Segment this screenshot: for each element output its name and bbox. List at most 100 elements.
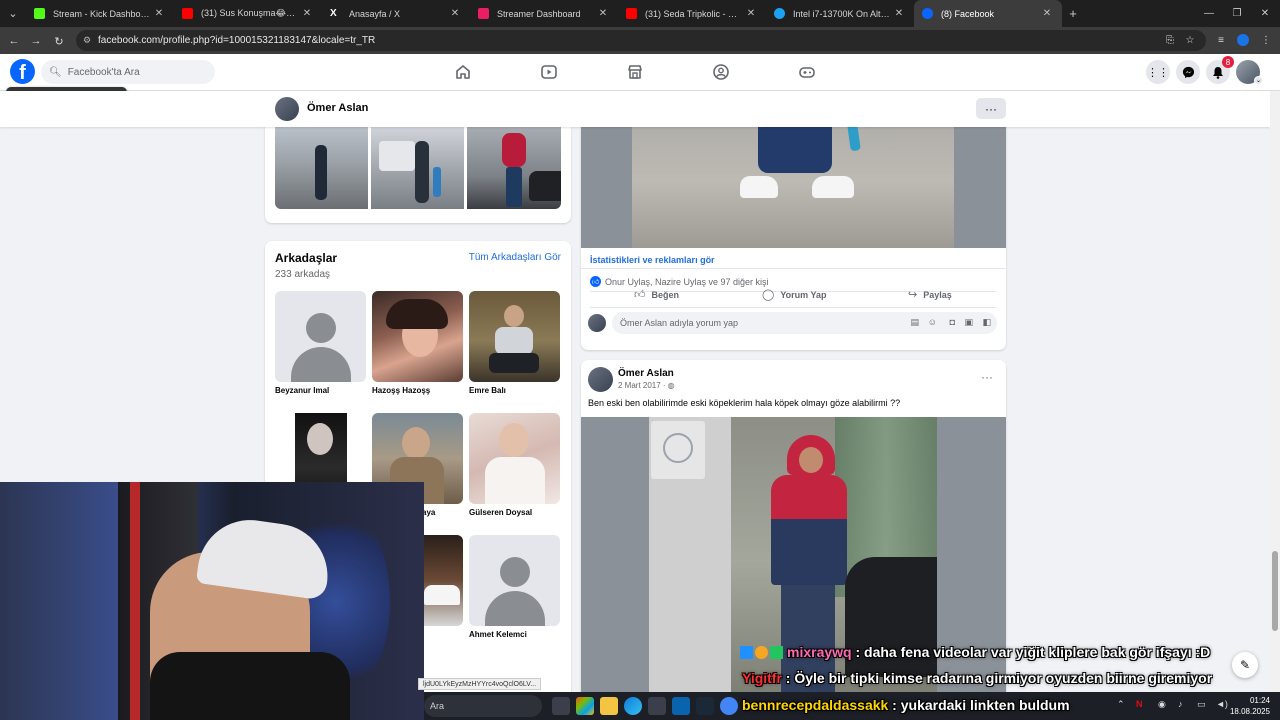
gif-icon[interactable]: ▣	[964, 317, 973, 328]
browser-menu-icon[interactable]: ⋮	[1259, 33, 1273, 47]
file-explorer-icon[interactable]	[600, 697, 618, 715]
store-icon[interactable]	[648, 697, 666, 715]
tray-chevron-icon[interactable]: ⌃	[1117, 699, 1125, 710]
emoji-icon[interactable]: ☺	[928, 317, 937, 327]
browser-tab[interactable]: Stream - Kick Dashboard ✕	[26, 0, 174, 27]
post-author-name[interactable]: Ömer Aslan	[618, 368, 674, 379]
reactions-row[interactable]: 👍︎ Onur Uylaş, Nazire Uylaş ve 97 diğer …	[590, 276, 769, 287]
chrome-icon[interactable]	[720, 697, 738, 715]
new-message-edit-icon[interactable]: ✎	[1232, 652, 1258, 678]
stats-ads-link[interactable]: İstatistikleri ve reklamları gör	[590, 255, 715, 265]
microphone-icon[interactable]: ♪	[1178, 699, 1183, 709]
comment-button[interactable]: ◯ Yorum Yap	[762, 288, 827, 301]
profile-circle-icon[interactable]	[1236, 33, 1250, 47]
browser-tab[interactable]: Intel i7-13700K On Altı Çekirde ✕	[766, 0, 914, 27]
video-icon[interactable]	[540, 63, 558, 81]
more-options-icon[interactable]: ···	[976, 98, 1006, 119]
tab-close-icon[interactable]: ✕	[892, 8, 906, 19]
browser-tab[interactable]: (31) Seda Tripkolic - Gözlerinin ✕	[618, 0, 766, 27]
messenger-icon[interactable]	[1176, 60, 1200, 84]
browser-tab[interactable]: Streamer Dashboard ✕	[470, 0, 618, 27]
forward-arrow-icon[interactable]: →	[27, 32, 45, 50]
browser-tab[interactable]: (31) Sus Konuşma😂Gora Kam ✕	[174, 0, 322, 27]
friend-tile[interactable]: Beyzanur Imal	[275, 291, 366, 395]
taskbar-search[interactable]: Ara	[424, 695, 542, 717]
groups-icon[interactable]	[712, 63, 730, 81]
like-button[interactable]: 👍︎ Beğen	[634, 288, 679, 301]
comment-placeholder: Ömer Aslan adıyla yorum yap	[620, 318, 739, 328]
friend-tile[interactable]: Hazoşş Hazoşş	[372, 291, 463, 395]
steam-icon[interactable]	[696, 697, 714, 715]
edge-icon[interactable]	[624, 697, 642, 715]
tab-close-icon[interactable]: ✕	[1040, 8, 1054, 19]
volume-icon[interactable]: ◄)	[1216, 699, 1228, 709]
restore-icon[interactable]: ❐	[1222, 0, 1252, 27]
tab-close-icon[interactable]: ✕	[152, 8, 166, 19]
comment-input[interactable]: Ömer Aslan adıyla yorum yap ▤ ☺ ◘ ▣ ◧	[612, 312, 997, 334]
bookmark-star-icon[interactable]: ☆	[1183, 33, 1197, 47]
photo-thumbnail[interactable]	[275, 127, 368, 209]
share-button[interactable]: ↪ Paylaş	[908, 288, 952, 301]
profile-avatar[interactable]	[275, 97, 299, 121]
share-arrow-icon: ↪	[908, 289, 918, 301]
scroll-thumb[interactable]	[1272, 551, 1278, 631]
facebook-search[interactable]: 🔍︎	[41, 60, 215, 84]
tray-app-icon[interactable]: N	[1136, 699, 1143, 709]
avatar-sticker-icon[interactable]: ▤	[910, 317, 919, 328]
tab-title: (8) Facebook	[941, 8, 995, 19]
url-field[interactable]: ⚙ facebook.com/profile.php?id=1000153211…	[76, 30, 1206, 51]
tab-search-chevron-icon[interactable]: ⌄	[0, 0, 26, 27]
shirt-print	[499, 467, 529, 485]
tab-search-icon[interactable]: ≡	[1214, 33, 1228, 47]
post-date[interactable]: 2 Mart 2017 · ◍	[618, 381, 675, 390]
friend-name[interactable]: Beyzanur Imal	[275, 386, 366, 395]
globe-icon: ◍	[667, 381, 675, 390]
camera-icon[interactable]: ◘	[950, 317, 955, 327]
window-close-icon[interactable]: ✕	[1250, 0, 1280, 27]
post-more-icon[interactable]: ···	[981, 370, 993, 384]
task-view-icon[interactable]	[552, 697, 570, 715]
friend-name[interactable]: Emre Balı	[469, 386, 560, 395]
facebook-logo-icon[interactable]: f	[10, 59, 35, 84]
minimize-icon[interactable]: —	[1194, 0, 1224, 27]
page-scrollbar[interactable]	[1270, 91, 1280, 720]
tray-security-icon[interactable]: ◉	[1158, 699, 1166, 710]
outlook-icon[interactable]	[672, 697, 690, 715]
tab-title: Stream - Kick Dashboard	[53, 8, 152, 19]
copilot-icon[interactable]	[576, 697, 594, 715]
photo-thumbnail[interactable]	[371, 127, 464, 209]
tab-close-icon[interactable]: ✕	[596, 8, 610, 19]
friend-tile[interactable]: Emre Balı	[469, 291, 560, 395]
browser-tab-active[interactable]: (8) Facebook ✕	[914, 0, 1062, 27]
friend-name[interactable]: Hazoşş Hazoşş	[372, 386, 463, 395]
home-icon[interactable]	[454, 63, 472, 81]
menu-grid-icon[interactable]: ⋮⋮	[1146, 60, 1170, 84]
address-bar-row: ← → ↻ ⚙ facebook.com/profile.php?id=1000…	[0, 27, 1280, 54]
tab-close-icon[interactable]: ✕	[300, 8, 314, 19]
browser-tab[interactable]: X Anasayfa / X ✕	[322, 0, 470, 27]
reload-icon[interactable]: ↻	[50, 32, 68, 50]
account-chevron-icon[interactable]: ⌄	[1254, 76, 1263, 85]
back-arrow-icon[interactable]: ←	[5, 32, 23, 50]
friend-photo	[372, 291, 463, 382]
post-author-avatar[interactable]	[588, 367, 613, 392]
marketplace-icon[interactable]	[626, 63, 644, 81]
new-tab-plus-icon[interactable]: +	[1062, 6, 1084, 21]
see-all-friends-link[interactable]: Tüm Arkadaşları Gör	[469, 252, 561, 263]
friend-tile[interactable]: Ahmet Kelemci	[469, 535, 560, 639]
tab-close-icon[interactable]: ✕	[744, 8, 758, 19]
profile-name[interactable]: Ömer Aslan	[307, 102, 368, 114]
friend-name[interactable]: Ahmet Kelemci	[469, 630, 560, 639]
friend-tile[interactable]: Gülseren Doysal	[469, 413, 560, 517]
site-settings-icon[interactable]: ⚙	[83, 35, 93, 45]
network-icon[interactable]: ▭	[1197, 699, 1206, 710]
tab-close-icon[interactable]: ✕	[448, 8, 462, 19]
install-app-icon[interactable]: ⎘	[1163, 33, 1177, 47]
sticker-icon[interactable]: ◧	[982, 317, 991, 328]
taskbar-clock[interactable]: 01:24 18.08.2025	[1230, 695, 1270, 717]
search-input[interactable]	[67, 66, 208, 78]
gaming-icon[interactable]	[798, 63, 816, 81]
photo-thumbnail[interactable]	[467, 127, 561, 209]
friend-name[interactable]: Gülseren Doysal	[469, 508, 560, 517]
commenter-avatar[interactable]	[588, 314, 606, 332]
